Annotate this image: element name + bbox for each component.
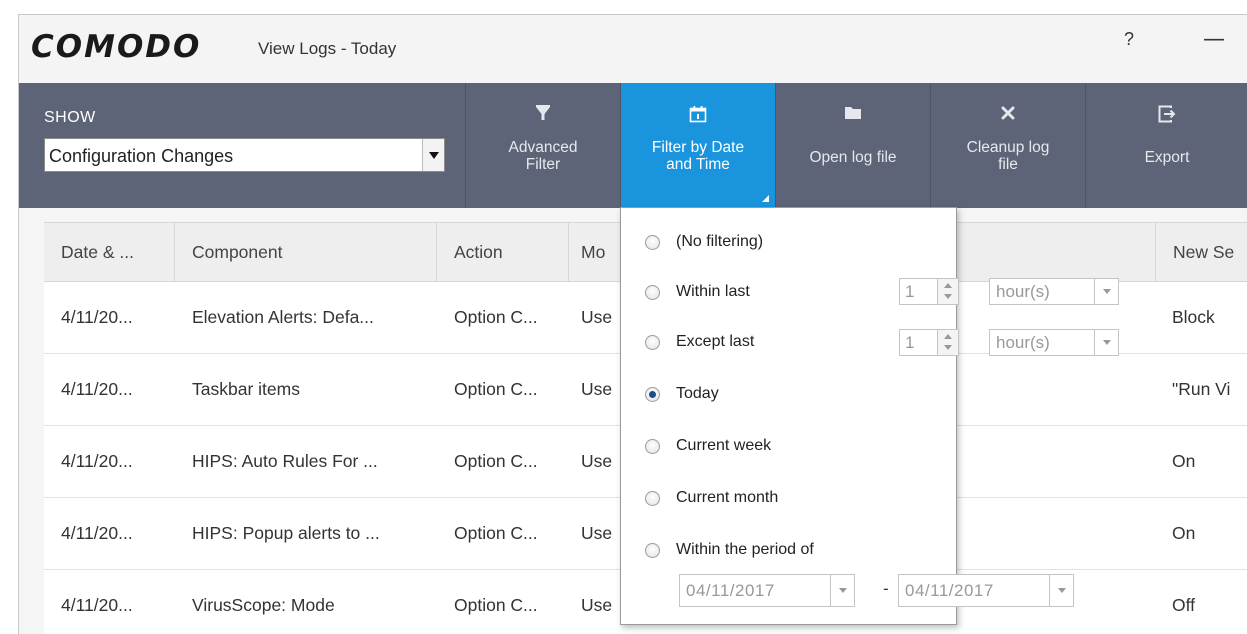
- unit-select-value: hour(s): [996, 282, 1050, 301]
- stepper-value: 1: [905, 333, 915, 352]
- toolbar: SHOW Configuration Changes Advanced Filte…: [19, 83, 1247, 208]
- radio-label: Today: [676, 385, 719, 402]
- column-header-action[interactable]: Action: [437, 223, 569, 281]
- chevron-down-icon[interactable]: [1094, 279, 1118, 304]
- radio-button[interactable]: [645, 490, 660, 506]
- export-icon: [1086, 105, 1247, 127]
- spin-arrows-icon[interactable]: [937, 330, 958, 355]
- cell-action: Option C...: [454, 595, 538, 615]
- radio-button[interactable]: [645, 334, 660, 350]
- date-value: 04/11/2017: [905, 581, 994, 600]
- radio-current-week[interactable]: Current week: [645, 434, 771, 458]
- radio-button-selected[interactable]: [645, 386, 660, 402]
- radio-today[interactable]: Today: [645, 382, 719, 406]
- cell-new-setting: On: [1172, 451, 1196, 471]
- window-title: View Logs - Today: [258, 39, 397, 58]
- close-x-icon: [931, 105, 1085, 127]
- date-range-separator: -: [883, 579, 889, 598]
- log-type-select[interactable]: Configuration Changes: [44, 138, 445, 172]
- calendar-icon: [621, 105, 775, 127]
- chevron-down-icon[interactable]: [1094, 330, 1118, 355]
- cleanup-log-file-button[interactable]: Cleanup log file: [930, 83, 1085, 208]
- cell-component: Elevation Alerts: Defa...: [192, 307, 374, 327]
- cell-component: HIPS: Auto Rules For ...: [192, 451, 378, 471]
- column-header-component[interactable]: Component: [175, 223, 437, 281]
- unit-select-value: hour(s): [996, 333, 1050, 352]
- log-type-select-value: Configuration Changes: [49, 146, 234, 166]
- show-label: SHOW: [44, 109, 96, 126]
- advanced-filter-button[interactable]: Advanced Filter: [465, 83, 620, 208]
- radio-except-last[interactable]: Except last: [645, 330, 754, 354]
- cell-action: Option C...: [454, 451, 538, 471]
- radio-no-filtering[interactable]: (No filtering): [645, 230, 763, 254]
- open-log-file-button[interactable]: Open log file: [775, 83, 930, 208]
- export-label: Export: [1144, 149, 1190, 166]
- filter-by-date-button[interactable]: Filter by Date and Time: [620, 83, 775, 208]
- cell-new-setting: Block: [1172, 307, 1215, 327]
- advanced-filter-label-line2: Filter: [525, 156, 561, 173]
- period-from-date-picker[interactable]: 04/11/2017: [679, 574, 855, 607]
- cell-date: 4/11/20...: [61, 379, 133, 399]
- radio-label: Current month: [676, 489, 779, 506]
- funnel-icon: [466, 105, 620, 127]
- export-button[interactable]: Export: [1085, 83, 1247, 208]
- radio-within-period[interactable]: Within the period of: [645, 538, 814, 562]
- date-filter-dropdown: (No filtering) Within last 1 hour(s) Exc…: [620, 207, 1119, 625]
- advanced-filter-label-line1: Advanced: [508, 139, 578, 156]
- spin-arrows-icon[interactable]: [937, 279, 958, 304]
- filter-by-date-label-line2: and Time: [666, 156, 730, 173]
- radio-label: Except last: [676, 333, 755, 350]
- cleanup-log-file-label-line1: Cleanup log: [966, 139, 1050, 156]
- radio-button[interactable]: [645, 542, 660, 558]
- cell-component: Taskbar items: [192, 379, 300, 399]
- cell-date: 4/11/20...: [61, 523, 133, 543]
- radio-label: Within last: [676, 283, 750, 300]
- cell-action: Option C...: [454, 307, 538, 327]
- folder-icon: [776, 105, 930, 127]
- period-to-date-picker[interactable]: 04/11/2017: [898, 574, 1074, 607]
- chevron-down-icon[interactable]: [830, 575, 854, 606]
- except-last-value-stepper[interactable]: 1: [899, 329, 959, 356]
- date-value: 04/11/2017: [686, 581, 775, 600]
- cleanup-log-file-label-line2: file: [998, 156, 1018, 173]
- radio-button[interactable]: [645, 438, 660, 454]
- cell-action: Option C...: [454, 523, 538, 543]
- cell-action: Option C...: [454, 379, 538, 399]
- cell-new-setting: On: [1172, 523, 1196, 543]
- stepper-value: 1: [905, 282, 915, 301]
- cell-date: 4/11/20...: [61, 307, 133, 327]
- minimize-button[interactable]: —: [1201, 27, 1227, 53]
- except-last-unit-select[interactable]: hour(s): [989, 329, 1119, 356]
- cell-component: VirusScope: Mode: [192, 595, 335, 615]
- comodo-logo: COMODO: [31, 29, 202, 65]
- radio-button[interactable]: [645, 234, 660, 250]
- cell-component: HIPS: Popup alerts to ...: [192, 523, 380, 543]
- within-last-value-stepper[interactable]: 1: [899, 278, 959, 305]
- filter-by-date-label-line1: Filter by Date: [651, 139, 745, 156]
- within-last-unit-select[interactable]: hour(s): [989, 278, 1119, 305]
- column-header-new-setting[interactable]: New Se: [1155, 223, 1247, 281]
- help-button[interactable]: ?: [1119, 29, 1139, 55]
- radio-within-last[interactable]: Within last: [645, 280, 750, 304]
- radio-button[interactable]: [645, 284, 660, 300]
- title-bar: COMODO View Logs - Today ? —: [19, 15, 1247, 79]
- radio-label: (No filtering): [676, 233, 764, 250]
- column-header-date[interactable]: Date & ...: [44, 223, 175, 281]
- cell-date: 4/11/20...: [61, 451, 133, 471]
- chevron-down-icon[interactable]: [1049, 575, 1073, 606]
- cell-new-setting: Off: [1172, 595, 1196, 615]
- cell-date: 4/11/20...: [61, 595, 133, 615]
- chevron-down-icon[interactable]: [422, 139, 444, 171]
- open-log-file-label: Open log file: [809, 149, 897, 166]
- radio-current-month[interactable]: Current month: [645, 486, 778, 510]
- radio-label: Within the period of: [676, 541, 814, 558]
- cell-new-setting: "Run Vi: [1172, 379, 1231, 399]
- radio-label: Current week: [676, 437, 772, 454]
